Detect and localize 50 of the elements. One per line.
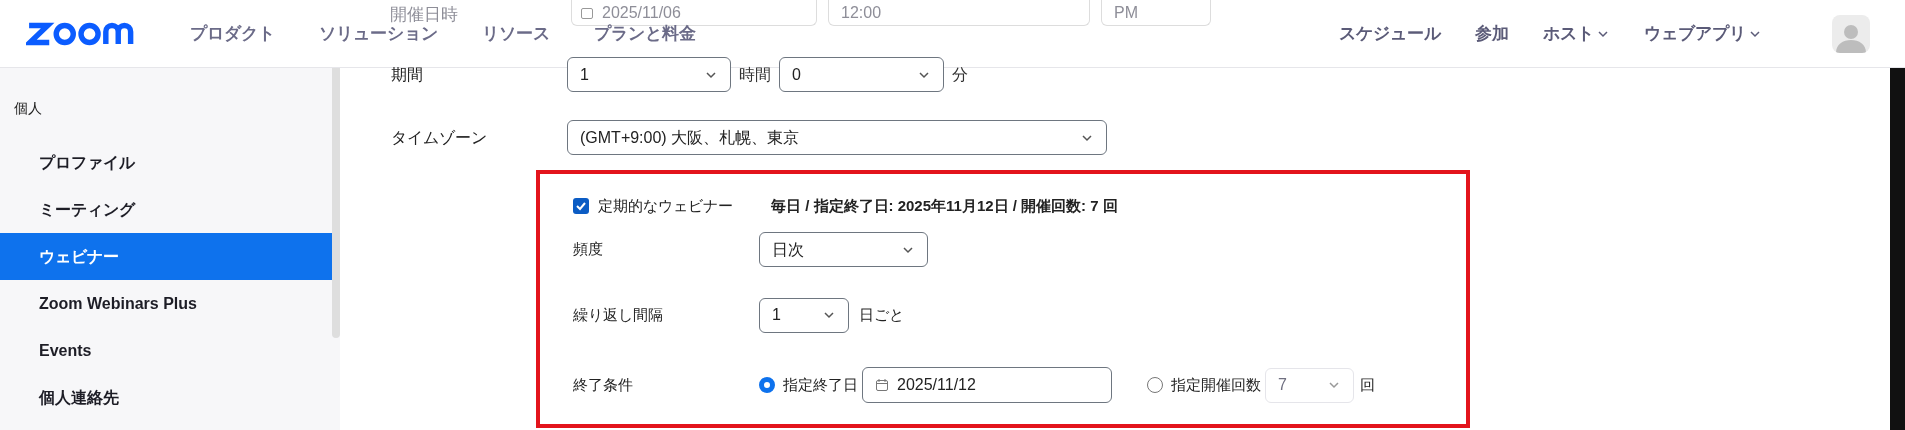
sidebar-item[interactable]: ミーティング bbox=[0, 186, 332, 233]
field-label: 期間 bbox=[391, 64, 424, 85]
recurring-checkbox[interactable] bbox=[573, 198, 589, 214]
unit-label: 分 bbox=[952, 64, 968, 85]
dropdown-field[interactable]: 1 bbox=[567, 57, 731, 92]
nav-link[interactable]: プロダクト bbox=[190, 20, 275, 47]
date-value: 2025/11/12 bbox=[897, 375, 976, 395]
selected-value: (GMT+9:00) 大阪、札幌、東京 bbox=[580, 127, 800, 148]
selected-value: 1 bbox=[772, 305, 781, 325]
field-label: 頻度 bbox=[573, 239, 604, 260]
recurrence-summary: 毎日 / 指定終了日: 2025年11月12日 / 開催回数: 7 回 bbox=[771, 195, 1118, 216]
radio-button[interactable] bbox=[759, 377, 775, 393]
radio-button[interactable] bbox=[1147, 377, 1163, 393]
checkmark-icon bbox=[575, 200, 587, 212]
checkbox-label: 定期的なウェビナー bbox=[598, 195, 733, 216]
sidebar-item[interactable]: ウェビナー bbox=[0, 233, 332, 280]
date-value: 2025/11/06 bbox=[602, 2, 681, 23]
nav-link[interactable]: ホスト bbox=[1543, 20, 1610, 47]
unit-label: 日ごと bbox=[859, 304, 904, 325]
field-label: 終了条件 bbox=[573, 374, 634, 395]
nav-link[interactable]: 参加 bbox=[1475, 20, 1509, 47]
unit-label: 回 bbox=[1360, 374, 1375, 395]
unit-label: 時間 bbox=[739, 64, 771, 85]
date-field[interactable]: 2025/11/12 bbox=[862, 367, 1112, 403]
nav-link[interactable]: リソース bbox=[482, 20, 550, 47]
field-label: 開催日時 bbox=[390, 4, 459, 26]
field-label: 繰り返し間隔 bbox=[573, 304, 664, 325]
sidebar-item[interactable]: 個人連絡先 bbox=[0, 374, 332, 421]
nav-link[interactable]: プランと料金 bbox=[594, 20, 696, 47]
field-label: タイムゾーン bbox=[391, 127, 488, 148]
nav-link[interactable]: ウェブアプリ bbox=[1644, 20, 1762, 47]
radio-label: 指定終了日 bbox=[783, 374, 858, 395]
sidebar-item[interactable]: プロファイル bbox=[0, 139, 332, 186]
sidebar-item[interactable]: Events bbox=[0, 327, 332, 374]
radio-label: 指定開催回数 bbox=[1171, 374, 1261, 395]
selected-value: 0 bbox=[792, 64, 801, 85]
selected-value: 1 bbox=[580, 64, 589, 85]
sidebar-item[interactable]: Zoom Webinars Plus bbox=[0, 280, 332, 327]
time-field: 12:00 bbox=[828, 0, 1090, 26]
nav-link[interactable]: スケジュール bbox=[1339, 20, 1441, 47]
dropdown-field[interactable]: (GMT+9:00) 大阪、札幌、東京 bbox=[567, 120, 1107, 155]
dropdown-field[interactable]: 7 bbox=[1265, 367, 1354, 403]
scrollbar[interactable] bbox=[332, 68, 340, 338]
dropdown-field[interactable]: 0 bbox=[779, 57, 944, 92]
dropdown-field[interactable]: 1 bbox=[759, 297, 849, 333]
selected-value: 日次 bbox=[772, 239, 804, 260]
selected-value: 7 bbox=[1278, 375, 1287, 395]
dropdown-field[interactable]: 日次 bbox=[759, 232, 928, 267]
ampm-field: PM bbox=[1101, 0, 1211, 26]
section-heading: 個人 bbox=[14, 99, 43, 118]
